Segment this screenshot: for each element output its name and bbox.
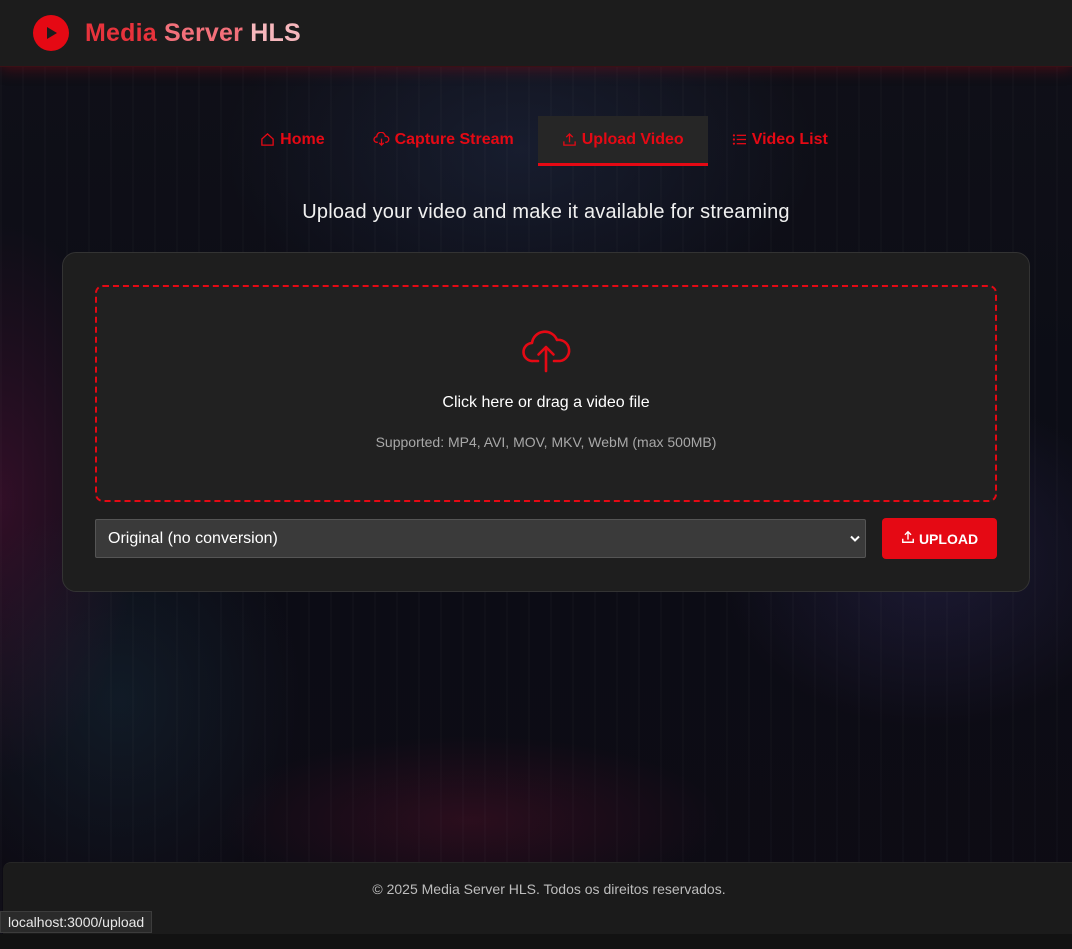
cloud-download-icon	[373, 132, 390, 147]
bottom-strip	[0, 934, 1072, 949]
status-bar-url: localhost:3000/upload	[0, 911, 153, 933]
upload-button[interactable]: UPLOAD	[882, 518, 997, 559]
tab-video-list[interactable]: Video List	[708, 116, 852, 163]
dropzone-text: Click here or drag a video file	[442, 394, 650, 411]
conversion-select[interactable]: Original (no conversion)	[95, 519, 866, 558]
brand-title[interactable]: Media Server HLS	[85, 19, 301, 48]
upload-icon	[562, 132, 577, 147]
dropzone-hint: Supported: MP4, AVI, MOV, MKV, WebM (max…	[375, 434, 717, 450]
home-icon	[260, 132, 275, 147]
app-header: Media Server HLS	[0, 0, 1072, 67]
brand-word-1: Media	[85, 18, 157, 47]
brand-word-2: Server	[164, 18, 244, 47]
tab-video-list-label: Video List	[751, 130, 828, 148]
tab-home[interactable]: Home	[236, 116, 348, 163]
tab-capture-stream[interactable]: Capture Stream	[349, 116, 538, 163]
footer: © 2025 Media Server HLS. Todos os direit…	[3, 862, 1072, 935]
upload-card: Click here or drag a video file Supporte…	[62, 252, 1030, 592]
main-nav: Home Capture Stream Upload Video Video L…	[0, 116, 1072, 166]
file-dropzone[interactable]: Click here or drag a video file Supporte…	[95, 285, 997, 502]
page-subtitle: Upload your video and make it available …	[302, 201, 790, 223]
conversion-select-value: Original (no conversion)	[108, 529, 278, 547]
play-circle-icon[interactable]	[33, 15, 69, 51]
cloud-upload-icon	[521, 327, 571, 378]
upload-button-label: UPLOAD	[918, 530, 979, 547]
tab-home-label: Home	[280, 130, 325, 148]
brand-word-3: HLS	[250, 18, 301, 47]
page: Media Server HLS Home Capture Stream Upl…	[0, 0, 1072, 949]
list-icon	[732, 133, 747, 146]
chevron-down-icon	[849, 532, 861, 551]
tab-upload-video[interactable]: Upload Video	[537, 116, 708, 166]
tab-capture-stream-label: Capture Stream	[394, 130, 514, 148]
tab-upload-video-label: Upload Video	[581, 130, 684, 148]
footer-copyright: © 2025 Media Server HLS. Todos os direit…	[372, 881, 726, 897]
upload-icon	[901, 530, 915, 547]
